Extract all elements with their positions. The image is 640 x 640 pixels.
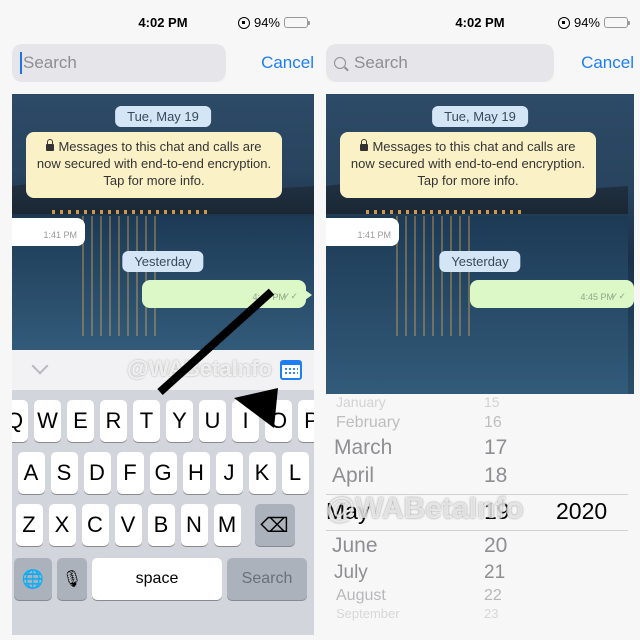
key-z[interactable]: Z bbox=[15, 504, 43, 546]
key-l[interactable]: L bbox=[281, 452, 309, 494]
keyboard-row-3: Z X C V B N M ⌫ bbox=[12, 504, 306, 546]
key-n[interactable]: N bbox=[180, 504, 208, 546]
picker-row: June 20 bbox=[332, 534, 508, 557]
key-j[interactable]: J bbox=[215, 452, 243, 494]
battery-percent: 94% bbox=[573, 15, 600, 30]
key-q[interactable]: Q bbox=[12, 400, 28, 442]
status-bar: 4:02 PM 94% bbox=[326, 10, 634, 38]
key-a[interactable]: A bbox=[17, 452, 45, 494]
orientation-lock-icon bbox=[237, 16, 250, 29]
search-placeholder: Search bbox=[354, 53, 408, 72]
encryption-notice[interactable]: Messages to this chat and calls are now … bbox=[26, 132, 282, 198]
key-u[interactable]: U bbox=[199, 400, 226, 442]
phone-screen-keyboard: 4:02 PM 94% Search Cancel Tue, May 19 Me… bbox=[12, 10, 314, 635]
keyboard-row-2: A S D F G H J K L bbox=[12, 452, 314, 494]
key-c[interactable]: C bbox=[81, 504, 109, 546]
calendar-icon[interactable] bbox=[280, 360, 302, 380]
key-e[interactable]: E bbox=[67, 400, 94, 442]
battery-percent: 94% bbox=[253, 15, 280, 30]
key-w[interactable]: W bbox=[34, 400, 61, 442]
outgoing-message[interactable]: 4:45 PM✓✓ bbox=[470, 280, 634, 308]
key-s[interactable]: S bbox=[50, 452, 78, 494]
encryption-notice[interactable]: Messages to this chat and calls are now … bbox=[340, 132, 596, 198]
left-screenshot: 4:02 PM 94% Search Cancel Tue, May 19 Me… bbox=[0, 0, 320, 640]
text-cursor bbox=[20, 52, 22, 74]
backspace-key[interactable]: ⌫ bbox=[254, 504, 295, 546]
key-r[interactable]: R bbox=[100, 400, 127, 442]
cancel-button[interactable]: Cancel bbox=[261, 53, 314, 73]
read-ticks-icon: ✓✓ bbox=[282, 291, 298, 301]
status-bar: 4:02 PM 94% bbox=[12, 10, 314, 38]
chevron-down-icon[interactable] bbox=[31, 357, 49, 375]
picker-row: September 23 bbox=[336, 606, 499, 621]
read-ticks-icon: ✓✓ bbox=[610, 291, 626, 301]
mic-key[interactable]: 🎙 bbox=[57, 558, 87, 600]
key-h[interactable]: H bbox=[182, 452, 210, 494]
search-bar: Search Cancel bbox=[12, 44, 314, 84]
lock-icon bbox=[360, 139, 369, 151]
search-key[interactable]: Search bbox=[227, 558, 307, 600]
globe-key[interactable]: 🌐 bbox=[14, 558, 52, 600]
annotation-arrow-head bbox=[234, 388, 278, 428]
arrow-head-shape bbox=[234, 388, 278, 428]
right-screenshot: 4:02 PM 94% Search Cancel Tue, May 19 Me… bbox=[320, 0, 640, 640]
phone-screen-datepicker: 4:02 PM 94% Search Cancel Tue, May 19 Me… bbox=[326, 10, 634, 635]
chat-view: Tue, May 19 Messages to this chat and ca… bbox=[326, 94, 634, 394]
key-b[interactable]: B bbox=[147, 504, 175, 546]
key-m[interactable]: M bbox=[213, 504, 241, 546]
battery-icon bbox=[284, 17, 310, 28]
keyboard-row-4: 🌐 🎙 space Search bbox=[12, 558, 314, 600]
search-icon bbox=[334, 57, 346, 69]
key-k[interactable]: K bbox=[248, 452, 276, 494]
outgoing-message[interactable]: 4:45 PM✓✓ bbox=[142, 280, 312, 308]
search-input[interactable]: Search bbox=[326, 44, 554, 82]
key-g[interactable]: G bbox=[149, 452, 177, 494]
battery-icon bbox=[604, 17, 630, 28]
search-bar: Search Cancel bbox=[326, 44, 634, 84]
incoming-message[interactable]: 1:41 PM bbox=[326, 218, 399, 246]
orientation-lock-icon bbox=[557, 16, 570, 29]
picker-row: July 21 bbox=[334, 562, 506, 583]
key-x[interactable]: X bbox=[48, 504, 76, 546]
picker-row: April 18 bbox=[332, 464, 508, 487]
date-pill-yesterday: Yesterday bbox=[122, 251, 204, 272]
date-pill-yesterday: Yesterday bbox=[439, 251, 521, 272]
search-placeholder: Search bbox=[23, 53, 77, 72]
lock-icon bbox=[46, 139, 55, 151]
space-key[interactable]: space bbox=[92, 558, 222, 600]
key-p[interactable]: P bbox=[298, 400, 314, 442]
date-picker[interactable]: January 15 February 16 March 17 April 18… bbox=[326, 394, 634, 635]
date-pill-top: Tue, May 19 bbox=[432, 106, 528, 127]
key-f[interactable]: F bbox=[116, 452, 144, 494]
key-y[interactable]: Y bbox=[166, 400, 193, 442]
key-v[interactable]: V bbox=[114, 504, 142, 546]
key-t[interactable]: T bbox=[133, 400, 160, 442]
search-input[interactable]: Search bbox=[12, 44, 226, 82]
cancel-button[interactable]: Cancel bbox=[581, 53, 634, 73]
date-pill-top: Tue, May 19 bbox=[115, 106, 211, 127]
picker-row: March 17 bbox=[334, 436, 508, 459]
watermark: @WABetaInfo bbox=[326, 492, 524, 525]
incoming-message[interactable]: 1:41 PM bbox=[12, 218, 85, 246]
picker-year: 2020 bbox=[556, 498, 608, 524]
chat-view: Tue, May 19 Messages to this chat and ca… bbox=[12, 94, 314, 350]
key-d[interactable]: D bbox=[83, 452, 111, 494]
